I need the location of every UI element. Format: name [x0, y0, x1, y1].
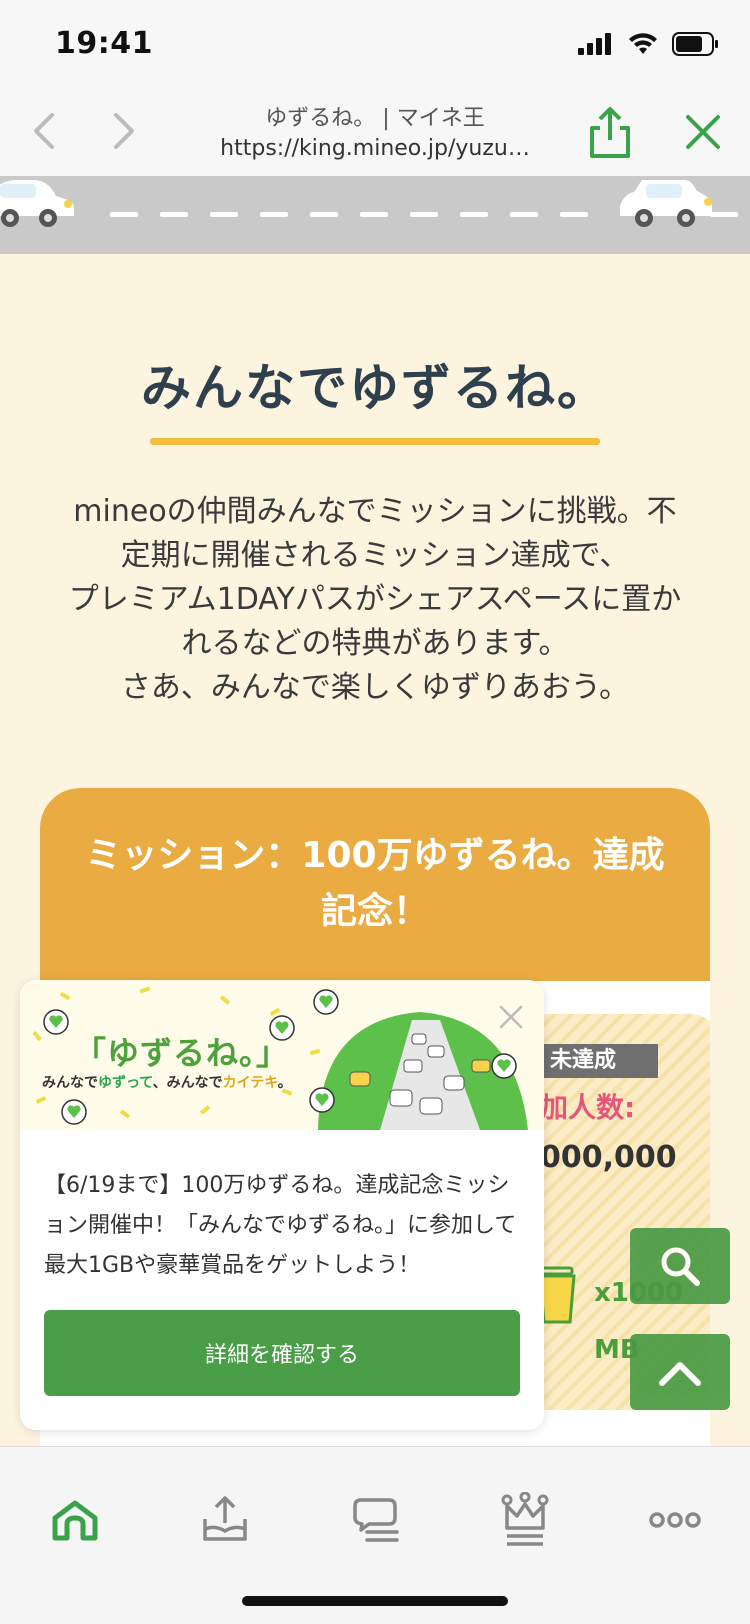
road-dash	[410, 212, 438, 217]
tab-more[interactable]	[640, 1485, 710, 1555]
banner-sub-part: 。	[277, 1075, 292, 1091]
banner-sub-part: 、みんなで	[152, 1075, 223, 1091]
heading-underline	[150, 438, 600, 445]
road-dash	[560, 212, 588, 217]
status-icons	[578, 32, 720, 56]
chevron-up-icon	[659, 1362, 701, 1386]
banner-sub-part: カイテキ	[222, 1075, 278, 1091]
home-icon	[52, 1500, 98, 1541]
road-dash	[360, 212, 388, 217]
intro-line: れるなどの特典があります。	[181, 626, 569, 661]
intro-line: さあ、みんなで楽しくゆずりあおう。	[120, 670, 630, 705]
car-illustration	[0, 180, 74, 227]
mission-title: ミッション：100万ゆずるね。達成 記念！	[60, 828, 690, 940]
share-icon	[590, 107, 630, 158]
tab-home[interactable]	[40, 1485, 110, 1555]
car-illustration	[620, 180, 712, 227]
popup-banner[interactable]: 「ゆずるね。」 みんなでゆずって、みんなでカイテキ。	[20, 980, 544, 1130]
home-indicator	[242, 1596, 508, 1606]
popup-message: 【6/19まで】100万ゆずるね。達成記念ミッション開催中！「みんなでゆずるね。…	[44, 1173, 517, 1278]
page-heading: みんなでゆずるね。	[141, 359, 609, 417]
participants-label: 加人数:	[540, 1091, 636, 1124]
road-dash	[310, 212, 338, 217]
crown-icon	[501, 1492, 549, 1546]
share-button[interactable]	[585, 104, 635, 160]
intro-line: mineoの仲間みんなでミッションに挑戦。不	[73, 494, 677, 529]
search-button[interactable]	[630, 1228, 730, 1304]
intro-line: プレミアム1DAYパスがシェアスペースに置か	[68, 582, 682, 617]
banner-subtitle: みんなでゆずって、みんなでカイテキ。	[42, 1072, 292, 1092]
address-area[interactable]: ゆずるね。 | マイネ王 https://king.mineo.jp/yuzu…	[190, 100, 560, 161]
chevron-left-icon	[34, 113, 54, 149]
road-banner	[0, 176, 750, 254]
mission-title-line: 記念！	[320, 891, 429, 932]
battery-icon	[672, 32, 718, 56]
status-time: 19:41	[55, 26, 153, 61]
more-icon	[649, 1512, 701, 1528]
status-badge: 未達成	[540, 1044, 658, 1078]
popup-close-button[interactable]	[496, 1002, 526, 1032]
road-dash	[210, 212, 238, 217]
tab-ranking[interactable]	[490, 1485, 560, 1555]
page-url: https://king.mineo.jp/yuzu…	[220, 136, 530, 161]
close-icon	[686, 115, 720, 149]
scroll-top-button[interactable]	[630, 1334, 730, 1410]
back-button[interactable]	[24, 106, 64, 156]
wifi-icon	[629, 33, 657, 54]
browser-bar: ゆずるね。 | マイネ王 https://king.mineo.jp/yuzu…	[0, 90, 750, 176]
banner-sub-part: みんなで	[42, 1075, 98, 1091]
banner-sub-part: ゆずって	[98, 1075, 153, 1091]
page-title: ゆずるね。 | マイネ王	[265, 106, 485, 131]
close-icon	[499, 1005, 523, 1029]
signal-icon	[578, 33, 611, 55]
road-dash	[510, 212, 538, 217]
mission-title-line: ミッション：100万ゆずるね。達成	[85, 835, 665, 876]
road-dash	[260, 212, 288, 217]
upload-tray-icon	[203, 1496, 247, 1541]
banner-title: 「ゆずるね。」	[74, 1034, 290, 1072]
road-dash	[160, 212, 188, 217]
road-dash	[460, 212, 488, 217]
chevron-right-icon	[114, 113, 134, 149]
tab-chat[interactable]	[340, 1485, 410, 1555]
chat-icon	[353, 1498, 399, 1542]
search-icon	[661, 1247, 700, 1286]
intro-line: 定期に開催されるミッション達成で、	[120, 538, 630, 573]
road-dash	[110, 212, 138, 217]
details-button[interactable]: 詳細を確認する	[44, 1310, 520, 1396]
tab-yuzuru[interactable]	[190, 1485, 260, 1555]
campaign-popup: 「ゆずるね。」 みんなでゆずって、みんなでカイテキ。 【6/19まで】100万ゆ…	[20, 980, 544, 1430]
participants-value: 000,000	[540, 1140, 677, 1175]
status-bar: 19:41	[0, 0, 750, 90]
intro-text: mineoの仲間みんなでミッションに挑戦。不 定期に開催されるミッション達成で、…	[20, 490, 730, 710]
close-browser-button[interactable]	[682, 108, 724, 156]
mission-header: ミッション：100万ゆずるね。達成 記念！	[40, 788, 710, 981]
forward-button[interactable]	[104, 106, 144, 156]
